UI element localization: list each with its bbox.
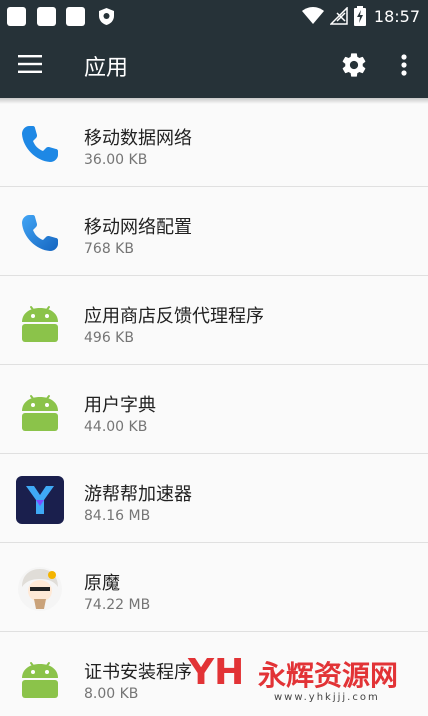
wifi-icon <box>301 7 324 24</box>
app-size: 496 KB <box>84 330 134 346</box>
android-icon <box>22 395 58 431</box>
toolbar-shadow <box>0 98 428 104</box>
list-item-user-dictionary[interactable]: 用户字典 44.00 KB <box>0 365 428 454</box>
list-item-mobile-network-config[interactable]: 移动网络配置 768 KB <box>0 187 428 276</box>
battery-charging-icon <box>353 6 366 26</box>
app-name: 应用商店反馈代理程序 <box>84 306 264 327</box>
app-size: 36.00 KB <box>84 152 148 168</box>
android-icon <box>22 306 58 342</box>
page-title: 应用 <box>84 56 129 81</box>
app-name: 证书安装程序 <box>84 662 192 683</box>
android-icon <box>22 662 58 698</box>
app-size: 768 KB <box>84 241 134 257</box>
more-vert-icon[interactable] <box>394 51 414 79</box>
notification-icon <box>37 7 56 26</box>
phone-icon <box>22 126 58 162</box>
watermark-logo: YH <box>188 652 245 693</box>
watermark: YH 永辉资源网 www.yhkjjj.com <box>186 640 428 716</box>
app-name: 移动网络配置 <box>84 217 192 238</box>
app-name: 用户字典 <box>84 395 156 416</box>
notification-icon <box>66 7 85 26</box>
list-item-store-feedback[interactable]: 应用商店反馈代理程序 496 KB <box>0 276 428 365</box>
app-size: 84.16 MB <box>84 508 151 524</box>
watermark-url: www.yhkjjj.com <box>274 692 380 703</box>
gear-icon[interactable] <box>340 51 368 79</box>
app-name: 游帮帮加速器 <box>84 484 192 505</box>
list-item-yuanmo[interactable]: 原魔 74.22 MB <box>0 543 428 632</box>
app-name: 移动数据网络 <box>84 128 192 149</box>
list-item-youbangbang[interactable]: 游帮帮加速器 84.16 MB <box>0 454 428 543</box>
app-size: 74.22 MB <box>84 597 151 613</box>
app-size: 8.00 KB <box>84 686 139 702</box>
clock: 18:57 <box>373 6 420 26</box>
no-signal-icon <box>329 7 348 25</box>
menu-icon[interactable] <box>18 54 42 74</box>
anime-avatar-icon <box>18 567 62 611</box>
shield-icon <box>99 8 114 25</box>
status-bar: 18:57 <box>0 0 428 32</box>
app-logo-icon <box>16 476 64 524</box>
list-item-mobile-data[interactable]: 移动数据网络 36.00 KB <box>0 98 428 187</box>
phone-icon <box>22 215 58 251</box>
app-size: 44.00 KB <box>84 419 148 435</box>
app-name: 原魔 <box>84 573 120 594</box>
toolbar: 应用 <box>0 32 428 98</box>
app-list: 移动数据网络 36.00 KB 移动网络配置 768 KB 应用商店反馈代理程序… <box>0 98 428 716</box>
watermark-text: 永辉资源网 <box>258 659 399 692</box>
notification-icon <box>7 7 26 26</box>
